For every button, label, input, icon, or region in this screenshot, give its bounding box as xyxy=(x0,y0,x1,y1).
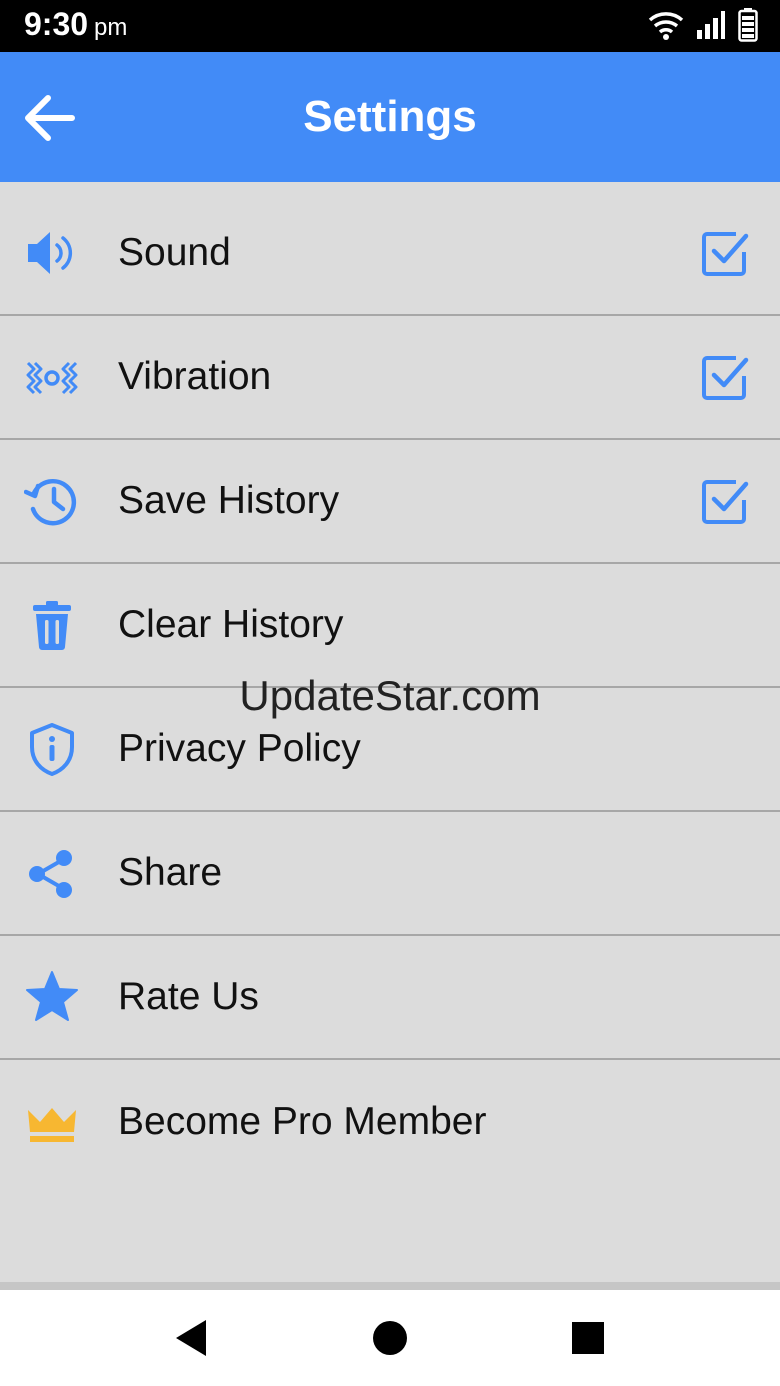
share-icon xyxy=(24,845,80,901)
signal-icon xyxy=(697,11,725,39)
navigation-bar xyxy=(0,1290,780,1386)
setting-privacy-policy[interactable]: Privacy Policy xyxy=(0,688,780,812)
trash-icon xyxy=(24,597,80,653)
bottom-divider xyxy=(0,1282,780,1290)
save-history-checkbox[interactable] xyxy=(700,476,750,526)
setting-label: Clear History xyxy=(118,603,344,646)
nav-home-button[interactable] xyxy=(370,1318,410,1358)
setting-sound[interactable]: Sound xyxy=(0,192,780,316)
vibration-checkbox[interactable] xyxy=(700,352,750,402)
setting-label: Share xyxy=(118,851,223,894)
setting-label: Become Pro Member xyxy=(118,1100,487,1143)
back-triangle-icon xyxy=(176,1320,206,1356)
settings-list: Sound Vibration Save History Clear Histo… xyxy=(0,192,780,1184)
crown-icon xyxy=(24,1094,80,1150)
setting-become-pro[interactable]: Become Pro Member xyxy=(0,1060,780,1184)
speaker-icon xyxy=(24,225,80,281)
setting-save-history[interactable]: Save History xyxy=(0,440,780,564)
setting-clear-history[interactable]: Clear History xyxy=(0,564,780,688)
setting-label: Rate Us xyxy=(118,975,259,1018)
setting-rate-us[interactable]: Rate Us xyxy=(0,936,780,1060)
setting-label: Sound xyxy=(118,231,231,274)
setting-label: Save History xyxy=(118,479,340,522)
setting-label: Privacy Policy xyxy=(118,727,361,770)
wifi-icon xyxy=(648,12,684,40)
page-title: Settings xyxy=(303,92,477,141)
checkbox-checked-icon xyxy=(702,480,749,524)
home-circle-icon xyxy=(373,1321,407,1355)
battery-icon xyxy=(738,8,758,42)
vibration-icon xyxy=(24,349,80,405)
nav-back-button[interactable] xyxy=(172,1318,212,1358)
status-bar: 9:30 pm xyxy=(0,0,780,52)
setting-share[interactable]: Share xyxy=(0,812,780,936)
setting-vibration[interactable]: Vibration xyxy=(0,316,780,440)
checkbox-checked-icon xyxy=(702,232,749,276)
sound-checkbox[interactable] xyxy=(700,228,750,278)
nav-recents-button[interactable] xyxy=(568,1318,608,1358)
checkbox-checked-icon xyxy=(702,356,749,400)
app-bar: Settings xyxy=(0,52,780,182)
setting-label: Vibration xyxy=(118,355,272,398)
status-time: 9:30 pm xyxy=(24,6,128,42)
status-icons xyxy=(648,8,758,42)
star-icon xyxy=(24,969,80,1025)
status-ampm: pm xyxy=(94,14,128,41)
shield-info-icon xyxy=(24,721,80,777)
recents-square-icon xyxy=(572,1322,604,1354)
history-icon xyxy=(24,473,80,529)
